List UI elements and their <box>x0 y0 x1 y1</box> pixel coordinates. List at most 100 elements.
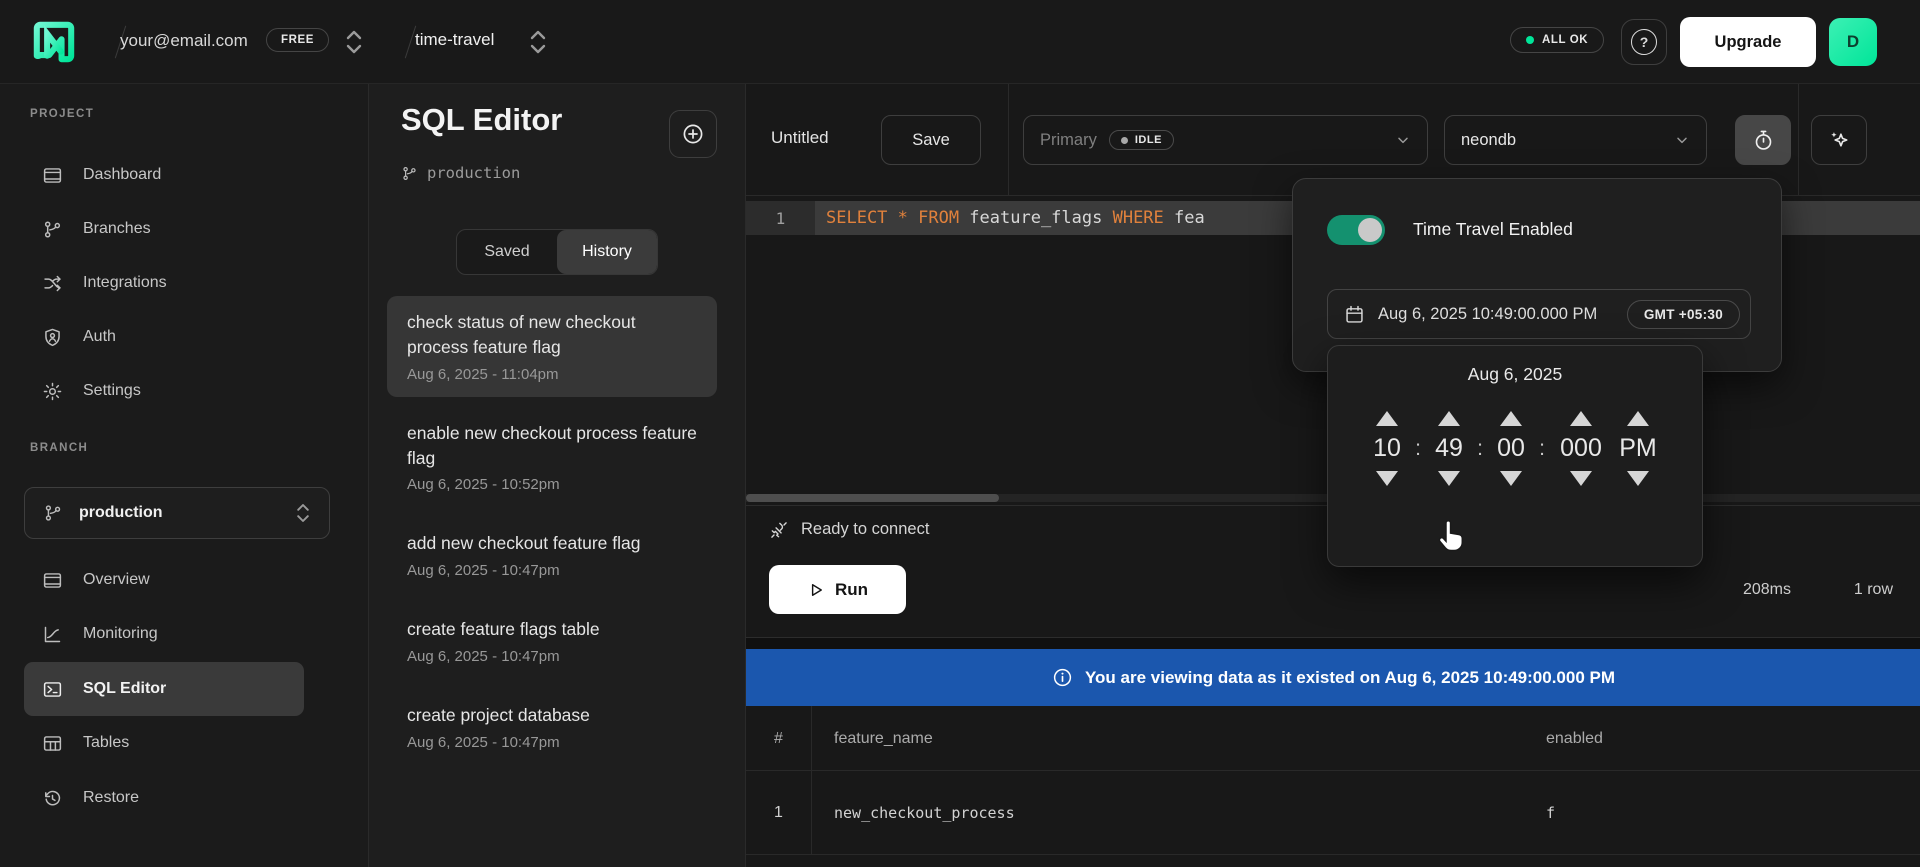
millisecond-down-arrow[interactable] <box>1570 471 1592 486</box>
account-breadcrumb[interactable]: your@email.com <box>120 31 248 51</box>
results-column-divider <box>811 706 812 855</box>
history-item[interactable]: create feature flags table Aug 6, 2025 -… <box>387 603 717 679</box>
datetime-picker-popover: Aug 6, 2025 10 : 49 : 00 : 000 PM <box>1327 345 1703 567</box>
history-item[interactable]: add new checkout feature flag Aug 6, 202… <box>387 517 717 593</box>
sidebar-item-dashboard[interactable]: Dashboard <box>24 148 304 202</box>
meridiem-down-arrow[interactable] <box>1627 471 1649 486</box>
new-query-button[interactable] <box>669 110 717 158</box>
minute-value[interactable]: 49 <box>1435 434 1463 463</box>
history-item-title: enable new checkout process feature flag <box>407 421 697 471</box>
sidebar-item-tables[interactable]: Tables <box>24 716 304 770</box>
selector-chevrons-icon <box>295 502 311 524</box>
time-separator: : <box>1539 437 1545 461</box>
results-data-row: 1 new_checkout_process f <box>746 771 1920 855</box>
second-down-arrow[interactable] <box>1500 471 1522 486</box>
column-header-enabled: enabled <box>1546 706 1603 771</box>
connection-status-text: Ready to connect <box>801 520 929 539</box>
sidebar-item-restore[interactable]: Restore <box>24 771 304 825</box>
history-item[interactable]: enable new checkout process feature flag… <box>387 407 717 508</box>
cell-feature-name: new_checkout_process <box>834 771 1015 855</box>
tab-saved[interactable]: Saved <box>457 230 557 274</box>
time-travel-banner: You are viewing data as it existed on Au… <box>746 649 1920 706</box>
upgrade-button[interactable]: Upgrade <box>1680 17 1816 67</box>
integrations-icon <box>42 273 63 294</box>
shield-user-icon <box>42 327 63 348</box>
sidebar-item-label: Monitoring <box>83 625 158 643</box>
horizontal-scrollbar-thumb[interactable] <box>746 494 999 502</box>
time-travel-toggle[interactable] <box>1327 215 1385 245</box>
project-switcher-chevrons-icon[interactable] <box>528 29 548 55</box>
sidebar-item-overview[interactable]: Overview <box>24 553 304 607</box>
timezone-badge: GMT +05:30 <box>1627 300 1740 329</box>
history-item-date: Aug 6, 2025 - 11:04pm <box>407 366 697 383</box>
branch-selector[interactable]: production <box>24 487 330 539</box>
history-item-date: Aug 6, 2025 - 10:47pm <box>407 734 697 751</box>
query-tab-title[interactable]: Untitled <box>771 128 829 148</box>
git-branch-icon <box>401 165 418 182</box>
second-value[interactable]: 00 <box>1497 434 1525 463</box>
account-switcher-chevrons-icon[interactable] <box>344 29 364 55</box>
sidebar-item-auth[interactable]: Auth <box>24 310 304 364</box>
history-item-title: create feature flags table <box>407 617 697 642</box>
cell-enabled: f <box>1546 771 1555 855</box>
meridiem-up-arrow[interactable] <box>1627 411 1649 426</box>
sidebar-item-label: Settings <box>83 382 141 400</box>
neon-console: your@email.com FREE time-travel ALL OK ?… <box>0 0 1920 867</box>
run-button-label: Run <box>835 580 868 600</box>
chevron-down-icon <box>1395 132 1411 148</box>
system-status-badge[interactable]: ALL OK <box>1510 27 1604 53</box>
help-button[interactable]: ? <box>1621 19 1667 65</box>
picker-date-title: Aug 6, 2025 <box>1328 364 1702 385</box>
status-badge-label: ALL OK <box>1542 34 1588 46</box>
time-travel-button[interactable] <box>1735 115 1791 165</box>
compute-selector[interactable]: Primary IDLE <box>1023 115 1428 165</box>
database-selector[interactable]: neondb <box>1444 115 1707 165</box>
panel-title: SQL Editor <box>401 102 562 138</box>
cell-index: 1 <box>746 771 811 855</box>
history-item[interactable]: check status of new checkout process fea… <box>387 296 717 397</box>
sidebar-item-integrations[interactable]: Integrations <box>24 256 304 310</box>
left-sidebar: PROJECT Dashboard Branches Integrations … <box>0 84 368 867</box>
panel-branch: production <box>401 164 520 182</box>
query-row-count: 1 row <box>1854 581 1893 599</box>
git-branch-icon <box>43 503 63 523</box>
minute-up-arrow[interactable] <box>1438 411 1460 426</box>
branch-selector-value: production <box>79 504 279 522</box>
sidebar-item-branches[interactable]: Branches <box>24 202 304 256</box>
run-button[interactable]: Run <box>769 565 906 614</box>
time-separator: : <box>1477 437 1483 461</box>
terminal-icon <box>42 679 63 700</box>
neon-logo-icon[interactable] <box>32 20 76 64</box>
compute-status-label: IDLE <box>1135 134 1162 146</box>
sql-token: feature_flags <box>969 208 1112 228</box>
minute-down-arrow[interactable] <box>1438 471 1460 486</box>
millisecond-value[interactable]: 000 <box>1560 434 1602 463</box>
mouse-cursor-pointer <box>1436 517 1468 557</box>
sidebar-item-monitoring[interactable]: Monitoring <box>24 607 304 661</box>
time-travel-banner-text: You are viewing data as it existed on Au… <box>1085 668 1615 688</box>
time-travel-popover: Time Travel Enabled Aug 6, 2025 10:49:00… <box>1292 178 1782 372</box>
hour-down-arrow[interactable] <box>1376 471 1398 486</box>
window-icon <box>42 165 63 186</box>
plus-circle-icon <box>681 122 705 146</box>
toolbar-divider <box>1008 84 1009 196</box>
history-item-date: Aug 6, 2025 - 10:47pm <box>407 562 697 579</box>
code-line: SELECT * FROM feature_flags WHERE fea <box>826 201 1205 235</box>
project-breadcrumb[interactable]: time-travel <box>415 30 494 50</box>
plan-badge: FREE <box>266 28 329 52</box>
meridiem-value[interactable]: PM <box>1619 434 1657 463</box>
ai-assist-button[interactable] <box>1811 115 1867 165</box>
datetime-input[interactable]: Aug 6, 2025 10:49:00.000 PM GMT +05:30 <box>1327 289 1751 339</box>
sidebar-item-sql-editor[interactable]: SQL Editor <box>24 662 304 716</box>
sidebar-item-label: Overview <box>83 571 150 589</box>
sidebar-item-label: Branches <box>83 220 151 238</box>
millisecond-up-arrow[interactable] <box>1570 411 1592 426</box>
second-up-arrow[interactable] <box>1500 411 1522 426</box>
hour-up-arrow[interactable] <box>1376 411 1398 426</box>
tab-history[interactable]: History <box>557 230 657 274</box>
sidebar-item-settings[interactable]: Settings <box>24 364 304 418</box>
history-item[interactable]: create project database Aug 6, 2025 - 10… <box>387 689 717 765</box>
user-avatar[interactable]: D <box>1829 18 1877 66</box>
save-button[interactable]: Save <box>881 115 981 165</box>
hour-value[interactable]: 10 <box>1373 434 1401 463</box>
